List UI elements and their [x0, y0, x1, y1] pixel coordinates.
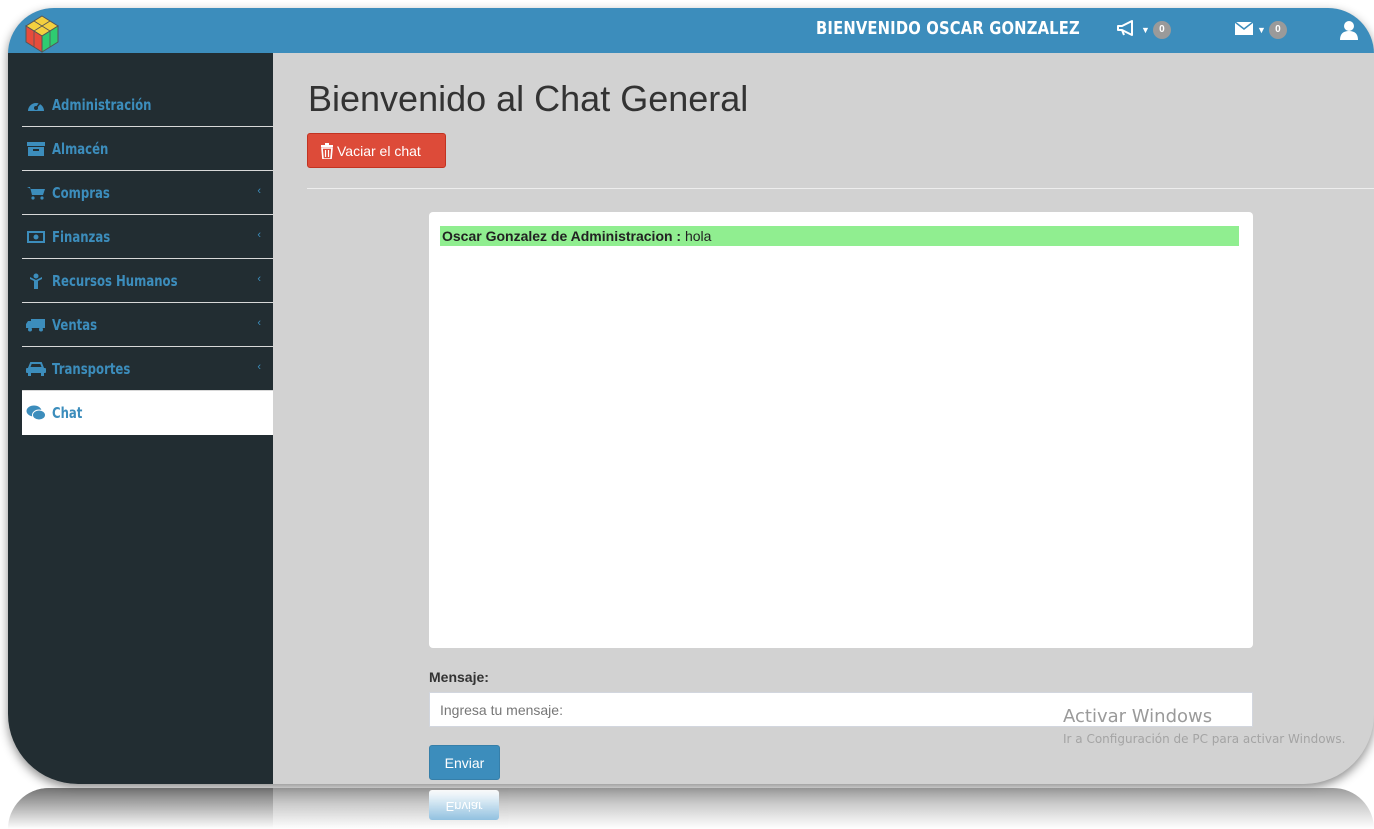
truck-icon [26, 317, 46, 333]
messages-badge: 0 [1268, 21, 1287, 39]
sidebar-item-label: Recursos Humanos [52, 271, 178, 290]
cart-icon [26, 185, 46, 201]
chevron-left-icon: ‹ [257, 185, 261, 197]
dashboard-icon [26, 97, 46, 113]
message-text: hola [681, 228, 712, 244]
page-title: Bienvenido al Chat General [308, 78, 749, 119]
megaphone-icon [1116, 19, 1138, 42]
message-author: Oscar Gonzalez de Administracion : [442, 228, 682, 244]
sidebar-item-label: Finanzas [52, 227, 111, 246]
activate-windows-title: Activar Windows [1063, 706, 1213, 727]
chat-icon [26, 405, 46, 421]
sidebar-item-label: Transportes [52, 359, 131, 378]
money-icon [26, 229, 46, 245]
caret-down-icon: ▼ [1257, 25, 1266, 35]
messages-dropdown[interactable]: ▼ 0 [1234, 18, 1287, 42]
sidebar-item-ventas[interactable]: Ventas ‹ [22, 303, 273, 347]
user-menu-icon[interactable] [1340, 18, 1358, 42]
send-button[interactable]: Enviar [429, 745, 500, 780]
chat-message: Oscar Gonzalez de Administracion : hola [440, 226, 1239, 246]
clear-chat-label: Vaciar el chat [337, 142, 421, 159]
main-content: Bienvenido al Chat General Vaciar el cha… [273, 53, 1374, 784]
app-logo-icon[interactable] [22, 14, 62, 54]
sidebar: Administración Almacén Compras ‹ Finanza… [8, 53, 273, 784]
message-label: Mensaje: [429, 669, 489, 685]
chevron-left-icon: ‹ [257, 229, 261, 241]
send-button-reflection: Enviar [429, 790, 499, 820]
chat-messages-box[interactable]: Oscar Gonzalez de Administracion : hola [429, 212, 1253, 648]
chevron-left-icon: ‹ [257, 273, 261, 285]
sidebar-item-label: Chat [52, 403, 83, 422]
sidebar-reflection [8, 788, 273, 829]
welcome-text: Bienvenido Oscar Gonzalez [816, 18, 1080, 39]
caret-down-icon: ▼ [1141, 25, 1150, 35]
sidebar-item-administracion[interactable]: Administración [22, 83, 273, 127]
clear-chat-button[interactable]: Vaciar el chat [307, 133, 446, 168]
sidebar-item-recursos-humanos[interactable]: Recursos Humanos ‹ [22, 259, 273, 303]
notifications-badge: 0 [1152, 21, 1171, 39]
sidebar-item-finanzas[interactable]: Finanzas ‹ [22, 215, 273, 259]
sidebar-item-almacen[interactable]: Almacén [22, 127, 273, 171]
activate-windows-subtitle: Ir a Configuración de PC para activar Wi… [1063, 732, 1346, 746]
sidebar-item-label: Ventas [52, 315, 98, 334]
sidebar-item-label: Administración [52, 95, 152, 114]
sidebar-item-compras[interactable]: Compras ‹ [22, 171, 273, 215]
window-reflection: Enviar [8, 788, 1374, 829]
sidebar-item-chat[interactable]: Chat [22, 391, 273, 435]
car-icon [26, 361, 46, 377]
trash-icon [320, 142, 334, 159]
sidebar-item-label: Almacén [52, 139, 109, 158]
divider [307, 188, 1374, 189]
chevron-left-icon: ‹ [257, 361, 261, 373]
app-window: Bienvenido Oscar Gonzalez ▼ 0 ▼ 0 [8, 8, 1374, 784]
notifications-dropdown[interactable]: ▼ 0 [1116, 18, 1171, 42]
sidebar-item-transportes[interactable]: Transportes ‹ [22, 347, 273, 391]
top-navbar: Bienvenido Oscar Gonzalez ▼ 0 ▼ 0 [8, 8, 1374, 53]
archive-icon [26, 141, 46, 157]
sidebar-item-label: Compras [52, 183, 110, 202]
person-icon [26, 273, 46, 289]
chevron-left-icon: ‹ [257, 317, 261, 329]
envelope-icon [1234, 20, 1254, 41]
